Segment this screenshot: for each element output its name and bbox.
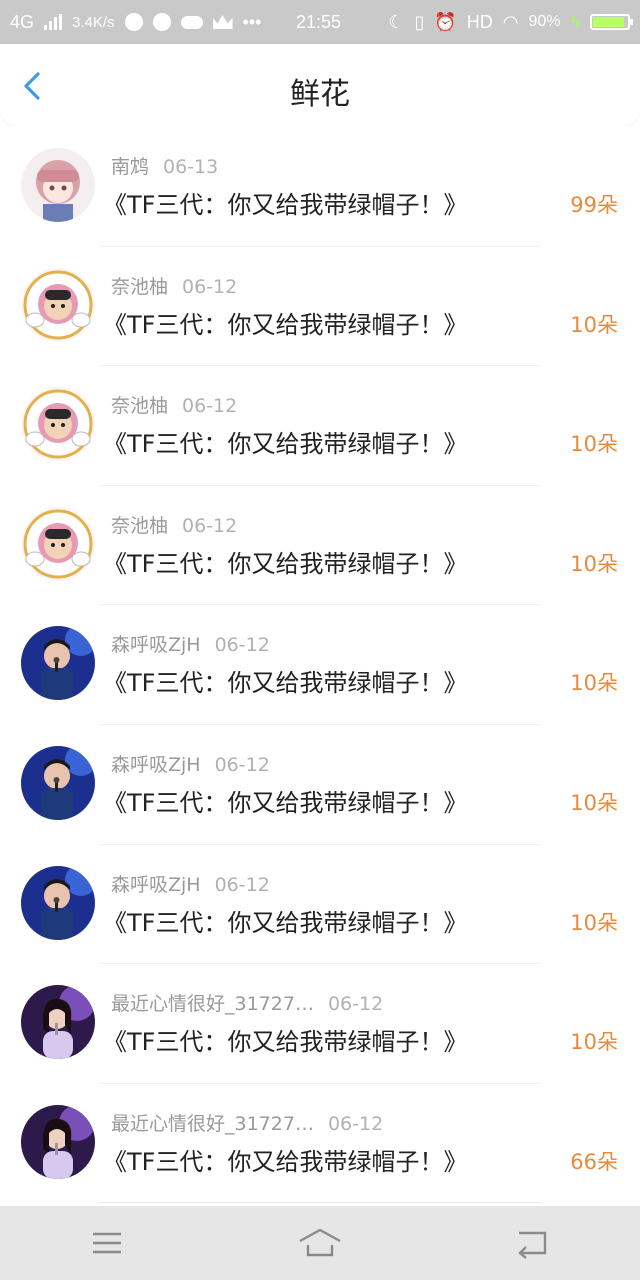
- avatar[interactable]: [21, 267, 95, 342]
- alarm-icon: ⏰: [434, 11, 457, 32]
- flower-count: 10朵: [570, 790, 618, 815]
- list-item[interactable]: 最近心情很好_31727… 06-12 《TF三代：你又给我带绿帽子！》 66朵: [0, 1084, 640, 1204]
- list-item[interactable]: 森呼吸ZjH 06-12 《TF三代：你又给我带绿帽子！》 10朵: [0, 725, 640, 845]
- avatar[interactable]: [21, 1104, 95, 1179]
- item-date: 06-12: [182, 514, 238, 537]
- status-right: ☾ ▯ ⏰ HD ◠ 90% ϟ: [388, 11, 633, 33]
- flower-count: 99朵: [570, 193, 618, 217]
- item-date: 06-12: [182, 275, 238, 298]
- avatar[interactable]: [21, 148, 95, 222]
- item-date: 06-12: [214, 634, 270, 657]
- avatar[interactable]: [21, 387, 95, 462]
- item-meta: 奈池柚 06-12: [111, 511, 237, 538]
- signal-icon: [44, 14, 63, 30]
- work-title[interactable]: 《TF三代：你又给我带绿帽子！》: [103, 185, 467, 220]
- battery-percent: 90%: [528, 13, 561, 30]
- avatar[interactable]: [21, 865, 95, 940]
- flower-count: 10朵: [570, 551, 618, 576]
- username: 南鸩: [111, 156, 150, 178]
- status-bar: 4G 3.4K/s ••• 21:55 ☾ ▯ ⏰ HD ◠ 90% ϟ: [0, 0, 640, 44]
- avatar[interactable]: [21, 626, 95, 701]
- item-meta: 奈池柚 06-12: [111, 272, 237, 299]
- moon-icon: ☾: [388, 11, 405, 32]
- item-meta: 森呼吸ZjH 06-12: [111, 870, 270, 897]
- item-date: 06-12: [327, 993, 384, 1016]
- flower-count: 10朵: [570, 671, 618, 696]
- app-header: 鲜花: [0, 44, 640, 126]
- network-label: 4G: [10, 11, 35, 32]
- page-title: 鲜花: [290, 77, 350, 112]
- item-meta: 最近心情很好_31727… 06-12: [111, 1109, 383, 1136]
- item-date: 06-12: [327, 1112, 384, 1135]
- charging-icon: ϟ: [570, 11, 580, 32]
- cloud-icon: [180, 15, 203, 29]
- username: 奈池柚: [111, 275, 169, 298]
- avatar[interactable]: [21, 745, 95, 820]
- flower-count: 10朵: [570, 1030, 618, 1055]
- return-icon: [518, 1231, 547, 1259]
- item-date: 06-13: [163, 156, 219, 178]
- list-item[interactable]: 最近心情很好_31727… 06-12 《TF三代：你又给我带绿帽子！》 10朵: [0, 964, 640, 1084]
- work-title[interactable]: 《TF三代：你又给我带绿帽子！》: [103, 663, 467, 698]
- system-nav-bar: [0, 1206, 640, 1280]
- work-title[interactable]: 《TF三代：你又给我带绿帽子！》: [103, 305, 467, 340]
- home-button[interactable]: [290, 1223, 350, 1263]
- item-meta: 奈池柚 06-12: [111, 391, 237, 418]
- flower-count: 10朵: [570, 312, 618, 337]
- list-item[interactable]: 森呼吸ZjH 06-12 《TF三代：你又给我带绿帽子！》 10朵: [0, 845, 640, 965]
- username: 奈池柚: [111, 395, 169, 418]
- list-item[interactable]: 森呼吸ZjH 06-12 《TF三代：你又给我带绿帽子！》 10朵: [0, 605, 640, 725]
- menu-button[interactable]: [77, 1223, 137, 1263]
- username: 森呼吸ZjH: [111, 873, 201, 896]
- username: 奈池柚: [111, 514, 169, 537]
- username: 森呼吸ZjH: [111, 634, 201, 657]
- back-nav-button[interactable]: [503, 1223, 563, 1263]
- home-icon: [299, 1228, 341, 1257]
- crown-icon: [212, 15, 233, 29]
- battery-icon: [590, 14, 633, 30]
- speed-label: 3.4K/s: [72, 13, 115, 31]
- username: 最近心情很好_31727…: [111, 1112, 314, 1135]
- list-item[interactable]: 奈池柚 06-12 《TF三代：你又给我带绿帽子！》 10朵: [0, 247, 640, 367]
- vibrate-icon: ▯: [414, 11, 425, 32]
- list-item[interactable]: 奈池柚 06-12 《TF三代：你又给我带绿帽子！》 10朵: [0, 486, 640, 606]
- flower-count: 10朵: [570, 910, 618, 935]
- username: 最近心情很好_31727…: [111, 993, 314, 1016]
- item-date: 06-12: [214, 753, 270, 776]
- more-notifications-icon: •••: [242, 11, 262, 32]
- list-item[interactable]: 奈池柚 06-12 《TF三代：你又给我带绿帽子！》 10朵: [0, 366, 640, 486]
- avatar[interactable]: [21, 985, 95, 1060]
- item-date: 06-12: [182, 395, 238, 418]
- status-left: 4G 3.4K/s •••: [10, 12, 261, 33]
- work-title[interactable]: 《TF三代：你又给我带绿帽子！》: [103, 544, 467, 579]
- work-title[interactable]: 《TF三代：你又给我带绿帽子！》: [103, 783, 467, 818]
- flower-count: 66朵: [570, 1149, 618, 1174]
- work-title[interactable]: 《TF三代：你又给我带绿帽子！》: [103, 903, 467, 938]
- divider: [100, 1202, 540, 1204]
- item-meta: 森呼吸ZjH 06-12: [111, 750, 270, 777]
- clock: 21:55: [296, 11, 342, 32]
- menu-icon: [92, 1232, 121, 1254]
- wifi-icon: ◠: [502, 11, 519, 32]
- work-title[interactable]: 《TF三代：你又给我带绿帽子！》: [103, 1142, 467, 1177]
- work-title[interactable]: 《TF三代：你又给我带绿帽子！》: [103, 424, 467, 459]
- message-icon: [152, 13, 171, 31]
- wechat-icon: [124, 13, 143, 31]
- item-meta: 最近心情很好_31727… 06-12: [111, 989, 383, 1016]
- hd-label: HD: [466, 11, 493, 32]
- list-item[interactable]: 南鸩 06-13 《TF三代：你又给我带绿帽子！》 99朵: [0, 127, 640, 247]
- username: 森呼吸ZjH: [111, 753, 201, 776]
- avatar[interactable]: [21, 506, 95, 581]
- flower-count: 10朵: [570, 432, 618, 457]
- item-meta: 森呼吸ZjH 06-12: [111, 630, 270, 657]
- work-title[interactable]: 《TF三代：你又给我带绿帽子！》: [103, 1022, 467, 1057]
- item-date: 06-12: [214, 873, 270, 896]
- item-meta: 南鸩 06-13: [111, 152, 218, 179]
- flower-list: 南鸩 06-13 《TF三代：你又给我带绿帽子！》 99朵 奈池柚 06-12 《T…: [0, 127, 640, 1204]
